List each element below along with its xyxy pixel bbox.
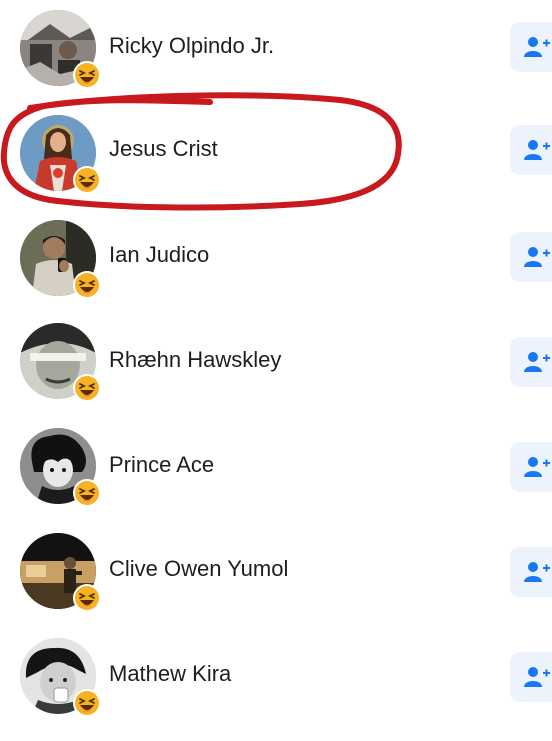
list-item[interactable]: Prince Ace xyxy=(0,420,552,525)
list-item[interactable]: Rhæhn Hawskley xyxy=(0,315,552,420)
add-friend-button[interactable] xyxy=(510,547,552,597)
haha-reaction-icon xyxy=(72,478,102,508)
haha-reaction-icon xyxy=(72,165,102,195)
add-friend-button[interactable] xyxy=(510,125,552,175)
add-friend-icon xyxy=(524,667,550,687)
haha-reaction-icon xyxy=(72,373,102,403)
person-name[interactable]: Ricky Olpindo Jr. xyxy=(109,33,274,59)
avatar[interactable] xyxy=(20,115,101,194)
person-name[interactable]: Rhæhn Hawskley xyxy=(109,347,281,373)
haha-reaction-icon xyxy=(72,583,102,613)
list-item[interactable]: Ian Judico xyxy=(0,210,552,315)
list-item[interactable]: Clive Owen Yumol xyxy=(0,525,552,630)
person-name[interactable]: Jesus Crist xyxy=(109,136,218,162)
add-friend-icon xyxy=(524,140,550,160)
add-friend-button[interactable] xyxy=(510,22,552,72)
reaction-people-list: Ricky Olpindo Jr. Jesus Crist Ian Judico… xyxy=(0,0,552,741)
add-friend-icon xyxy=(524,352,550,372)
add-friend-icon xyxy=(524,247,550,267)
person-name[interactable]: Prince Ace xyxy=(109,452,214,478)
list-item[interactable]: Mathew Kira xyxy=(0,630,552,735)
list-item[interactable]: Jesus Crist xyxy=(0,105,552,210)
add-friend-icon xyxy=(524,457,550,477)
avatar[interactable] xyxy=(20,10,101,89)
add-friend-icon xyxy=(524,562,550,582)
avatar[interactable] xyxy=(20,638,101,717)
haha-reaction-icon xyxy=(72,60,102,90)
add-friend-button[interactable] xyxy=(510,652,552,702)
avatar[interactable] xyxy=(20,220,101,299)
avatar[interactable] xyxy=(20,428,101,507)
haha-reaction-icon xyxy=(72,270,102,300)
haha-reaction-icon xyxy=(72,688,102,718)
add-friend-icon xyxy=(524,37,550,57)
add-friend-button[interactable] xyxy=(510,337,552,387)
person-name[interactable]: Mathew Kira xyxy=(109,661,231,687)
add-friend-button[interactable] xyxy=(510,442,552,492)
person-name[interactable]: Clive Owen Yumol xyxy=(109,556,288,582)
add-friend-button[interactable] xyxy=(510,232,552,282)
avatar[interactable] xyxy=(20,323,101,402)
list-item[interactable]: Ricky Olpindo Jr. xyxy=(0,0,552,105)
person-name[interactable]: Ian Judico xyxy=(109,242,209,268)
avatar[interactable] xyxy=(20,533,101,612)
